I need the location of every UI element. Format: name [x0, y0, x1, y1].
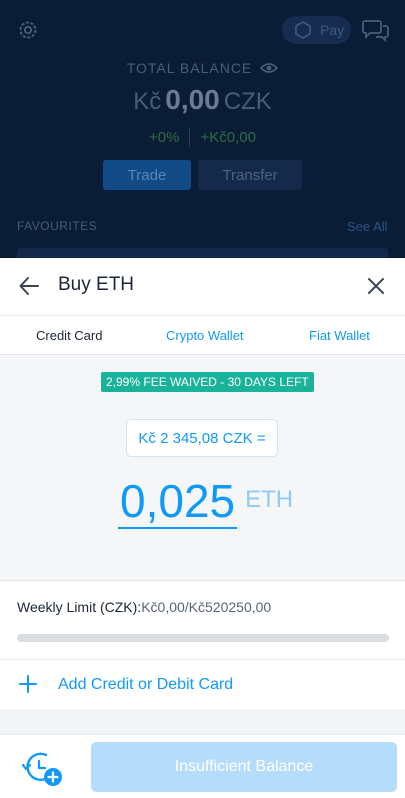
- add-card-label: Add Credit or Debit Card: [58, 676, 234, 693]
- trade-button[interactable]: Trade: [103, 160, 191, 190]
- page-title: Buy ETH: [58, 274, 135, 295]
- pay-button[interactable]: Pay: [282, 16, 351, 44]
- spacer-band: [0, 709, 405, 734]
- eye-icon: [260, 63, 279, 73]
- tab-crypto-wallet[interactable]: Crypto Wallet: [166, 328, 244, 343]
- balance-display: Kč 0,00 CZK: [0, 84, 405, 116]
- add-card-button[interactable]: Add Credit or Debit Card: [0, 660, 405, 712]
- gear-icon: [19, 21, 37, 39]
- payment-method-tabs: Credit Card Crypto Wallet Fiat Wallet: [0, 315, 405, 355]
- balance-value: 0,00: [165, 84, 220, 115]
- plus-icon: [19, 675, 37, 693]
- buy-sheet: Buy ETH Credit Card Crypto Wallet Fiat W…: [0, 258, 405, 798]
- amount-section: 2,99% FEE WAIVED - 30 DAYS LEFT Kč 2 345…: [0, 355, 405, 581]
- crypto-amount-row: 0,025 ETH: [118, 475, 293, 529]
- balance-currency-suffix: CZK: [223, 88, 272, 115]
- crypto-amount-input[interactable]: 0,025: [118, 475, 238, 529]
- back-arrow-icon[interactable]: [18, 275, 40, 297]
- favourites-card-edge: [17, 248, 388, 258]
- close-icon[interactable]: [365, 275, 387, 297]
- favourites-label: FAVOURITES: [17, 219, 98, 233]
- tab-credit-card[interactable]: Credit Card: [36, 328, 102, 343]
- see-all-link[interactable]: See All: [347, 219, 387, 234]
- fiat-amount-toggle[interactable]: Kč 2 345,08 CZK =: [126, 419, 278, 457]
- change-percent: +0%: [149, 128, 180, 146]
- transfer-button[interactable]: Transfer: [198, 160, 302, 190]
- pay-label: Pay: [320, 22, 345, 38]
- weekly-limit-value: Kč0,00/Kč520250,00: [141, 599, 272, 615]
- crypto-currency-label: ETH: [245, 486, 294, 513]
- insufficient-balance-button[interactable]: Insufficient Balance: [91, 742, 397, 792]
- weekly-limit: Weekly Limit (CZK):Kč0,00/Kč520250,00: [17, 599, 271, 615]
- weekly-limit-label: Weekly Limit (CZK):: [17, 599, 142, 615]
- tab-fiat-wallet[interactable]: Fiat Wallet: [309, 328, 370, 343]
- total-balance-label: TOTAL BALANCE: [126, 60, 253, 76]
- chat-icon: [362, 20, 389, 43]
- change-divider: [189, 127, 191, 147]
- schedule-add-icon[interactable]: [22, 751, 64, 787]
- weekly-limit-progress: [17, 634, 389, 642]
- sheet-header: Buy ETH: [0, 258, 405, 313]
- balance-currency-prefix: Kč: [133, 88, 162, 115]
- fee-waived-badge: 2,99% FEE WAIVED - 30 DAYS LEFT: [101, 372, 314, 392]
- change-amount: +Kč0,00: [200, 128, 256, 146]
- background-dashboard: Pay TOTAL BALANCE Kč 0,00 CZK +0% +Kč0,0…: [0, 0, 405, 258]
- footer-bar: Insufficient Balance: [0, 734, 405, 798]
- pay-logo-icon: [295, 21, 311, 39]
